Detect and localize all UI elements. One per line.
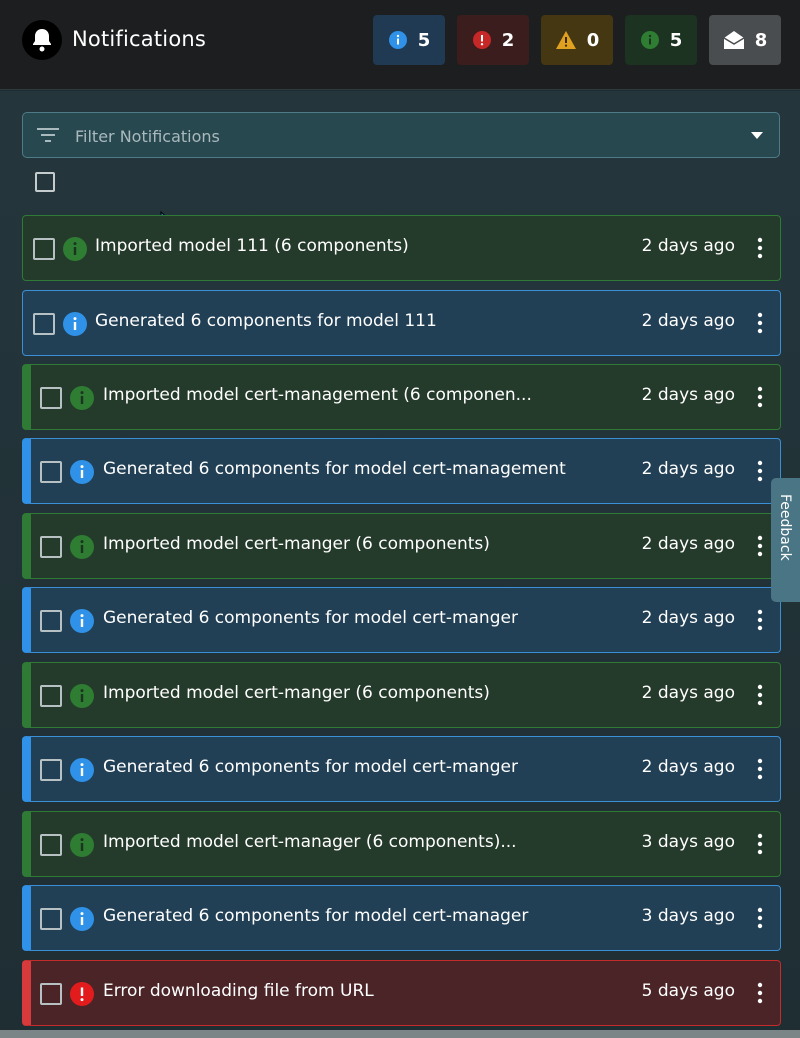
more-vert-icon[interactable] [756, 758, 764, 780]
row-checkbox[interactable] [40, 685, 62, 707]
notification-time: 2 days ago [641, 608, 735, 628]
row-checkbox[interactable] [40, 387, 62, 409]
more-vert-icon[interactable] [756, 609, 764, 631]
notification-time: 2 days ago [641, 683, 735, 703]
success-icon [63, 237, 87, 261]
notification-time: 2 days ago [641, 311, 735, 331]
notification-time: 2 days ago [641, 534, 735, 554]
notification-time: 2 days ago [641, 459, 735, 479]
filter-bar[interactable] [22, 112, 780, 159]
error-counter[interactable]: 2 [457, 15, 529, 65]
notification-counters: 5 2 0 5 8 [373, 15, 781, 65]
notification-row[interactable]: Imported model cert-management (6 compon… [22, 364, 781, 430]
more-vert-icon[interactable] [756, 907, 764, 929]
read-counter[interactable]: 8 [709, 15, 781, 65]
notification-message: Imported model cert-manager (6 component… [103, 832, 517, 852]
filter-icon [37, 128, 59, 142]
success-icon [70, 833, 94, 857]
info-count: 5 [417, 29, 431, 51]
warning-count: 0 [586, 29, 600, 51]
notification-row[interactable]: Generated 6 components for model cert-ma… [22, 587, 781, 653]
notification-time: 3 days ago [641, 832, 735, 852]
horizontal-scrollbar[interactable] [0, 1030, 800, 1038]
error-icon [70, 982, 94, 1006]
notification-row[interactable]: Generated 6 components for model cert-ma… [22, 736, 781, 802]
row-checkbox[interactable] [40, 536, 62, 558]
row-checkbox[interactable] [40, 908, 62, 930]
notification-row[interactable]: Generated 6 components for model cert-ma… [22, 438, 781, 504]
notification-message: Generated 6 components for model cert-ma… [103, 459, 566, 479]
row-checkbox[interactable] [40, 610, 62, 632]
chevron-down-icon[interactable] [751, 132, 763, 139]
notification-time: 5 days ago [641, 981, 735, 1001]
success-count: 5 [669, 29, 683, 51]
more-vert-icon[interactable] [756, 386, 764, 408]
success-icon [70, 535, 94, 559]
info-icon [388, 31, 407, 49]
notification-center: Imported model 111 (6 components) 2 days… [0, 91, 800, 1038]
notification-message: Generated 6 components for model 111 [95, 311, 437, 331]
info-icon [70, 609, 94, 633]
notification-message: Generated 6 components for model cert-ma… [103, 608, 518, 628]
notification-row[interactable]: Imported model cert-manger (6 components… [22, 513, 781, 579]
info-icon [70, 460, 94, 484]
page-title: Notifications [72, 27, 207, 51]
row-checkbox[interactable] [33, 238, 55, 260]
row-checkbox[interactable] [33, 313, 55, 335]
success-icon [640, 31, 659, 49]
notification-time: 2 days ago [641, 385, 735, 405]
select-all-checkbox[interactable] [35, 172, 55, 192]
notification-row[interactable]: Generated 6 components for model 111 2 d… [22, 290, 781, 356]
notification-time: 3 days ago [641, 906, 735, 926]
notification-row[interactable]: Imported model cert-manger (6 components… [22, 662, 781, 728]
notification-message: Imported model cert-manger (6 components… [103, 683, 490, 703]
success-counter[interactable]: 5 [625, 15, 697, 65]
filter-input[interactable] [73, 113, 717, 159]
header: Notifications 5 2 0 5 8 [0, 0, 800, 90]
more-vert-icon[interactable] [756, 982, 764, 1004]
success-icon [70, 684, 94, 708]
row-checkbox[interactable] [40, 461, 62, 483]
error-count: 2 [501, 29, 515, 51]
info-icon [63, 312, 87, 336]
feedback-label: Feedback [777, 494, 793, 561]
warning-counter[interactable]: 0 [541, 15, 613, 65]
more-vert-icon[interactable] [756, 833, 764, 855]
row-checkbox[interactable] [40, 759, 62, 781]
row-checkbox[interactable] [40, 983, 62, 1005]
bell-icon[interactable] [22, 20, 62, 60]
notification-message: Imported model cert-manger (6 components… [103, 534, 490, 554]
info-icon [70, 907, 94, 931]
more-vert-icon[interactable] [756, 684, 764, 706]
notification-row[interactable]: Imported model 111 (6 components) 2 days… [22, 215, 781, 281]
notification-message: Generated 6 components for model cert-ma… [103, 906, 529, 926]
info-icon [70, 758, 94, 782]
warning-icon [555, 31, 576, 49]
notification-time: 2 days ago [641, 757, 735, 777]
notification-time: 2 days ago [641, 236, 735, 256]
envelope-open-icon [723, 31, 745, 49]
row-checkbox[interactable] [40, 834, 62, 856]
success-icon [70, 386, 94, 410]
error-icon [472, 31, 491, 49]
read-count: 8 [754, 29, 768, 51]
more-vert-icon[interactable] [756, 535, 764, 557]
notification-message: Imported model cert-management (6 compon… [103, 385, 532, 405]
notification-message: Error downloading file from URL [103, 981, 374, 1001]
more-vert-icon[interactable] [756, 460, 764, 482]
info-counter[interactable]: 5 [373, 15, 445, 65]
more-vert-icon[interactable] [756, 237, 764, 259]
more-vert-icon[interactable] [756, 312, 764, 334]
notification-message: Imported model 111 (6 components) [95, 236, 409, 256]
notification-message: Generated 6 components for model cert-ma… [103, 757, 518, 777]
notification-row[interactable]: Error downloading file from URL 5 days a… [22, 960, 781, 1026]
notification-row[interactable]: Generated 6 components for model cert-ma… [22, 885, 781, 951]
feedback-tab[interactable]: Feedback [771, 478, 800, 602]
notification-row[interactable]: Imported model cert-manager (6 component… [22, 811, 781, 877]
